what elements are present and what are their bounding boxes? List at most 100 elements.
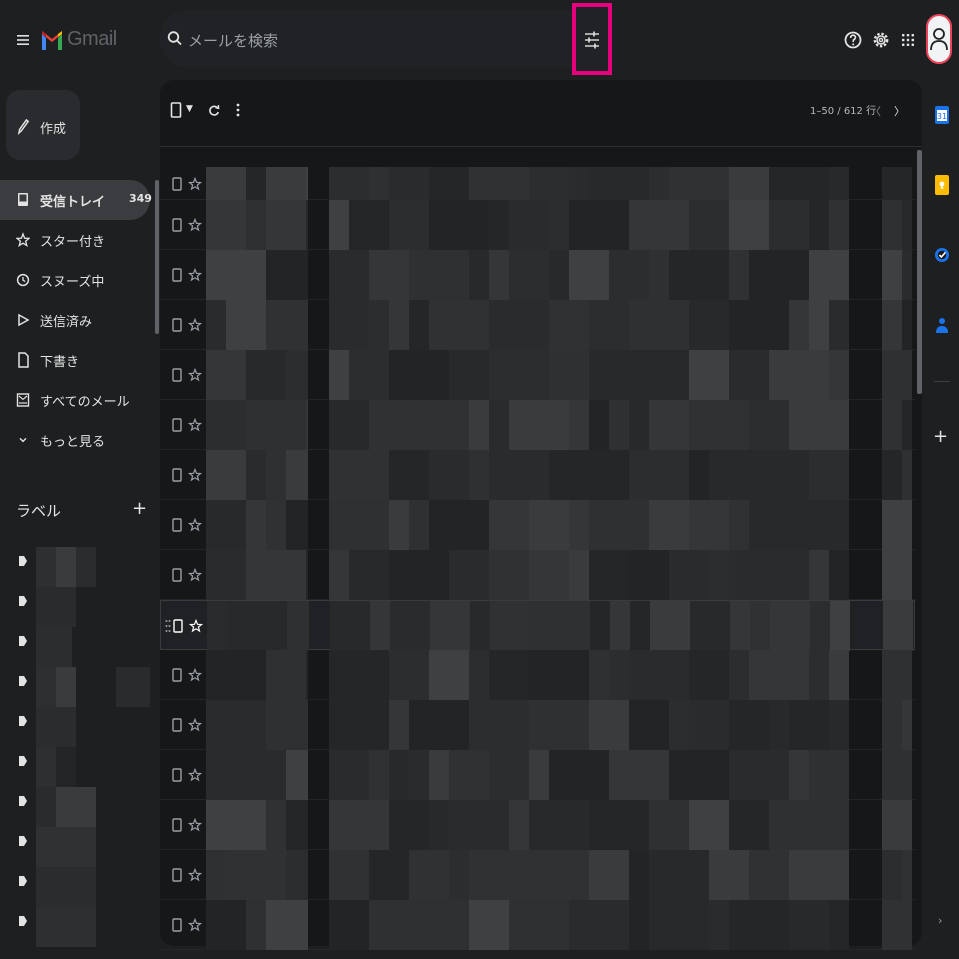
star-toggle-icon[interactable] [188, 568, 202, 582]
mail-row[interactable] [160, 650, 915, 700]
label-name-redacted[interactable] [36, 627, 72, 667]
label-name-redacted[interactable] [36, 547, 58, 587]
keep-icon[interactable] [934, 174, 950, 196]
sidebar-scrollbar[interactable] [155, 180, 159, 334]
label-name-redacted[interactable] [56, 787, 96, 827]
row-checkbox[interactable] [172, 217, 182, 233]
row-checkbox[interactable] [172, 767, 182, 783]
add-label-button[interactable]: + [132, 498, 147, 519]
mail-row[interactable] [160, 200, 915, 250]
account-avatar[interactable] [926, 14, 952, 64]
sidebar-item-sent[interactable]: 送信済み [40, 311, 92, 330]
sidebar-item-drafts[interactable]: 下書き [40, 351, 79, 370]
star-toggle-icon[interactable] [188, 176, 202, 191]
mail-row[interactable] [160, 400, 915, 450]
row-checkbox[interactable] [172, 317, 182, 333]
row-checkbox[interactable] [172, 567, 182, 583]
mail-row[interactable] [160, 600, 915, 651]
star-toggle-icon[interactable] [188, 218, 202, 232]
star-toggle-icon[interactable] [188, 518, 202, 532]
calendar-icon[interactable]: 31 [934, 104, 950, 126]
row-checkbox[interactable] [173, 618, 183, 634]
row-checkbox[interactable] [172, 667, 182, 683]
more-options-icon[interactable] [235, 100, 241, 120]
mail-row[interactable] [160, 750, 915, 800]
mail-row[interactable] [160, 850, 915, 900]
mail-row[interactable] [160, 700, 915, 750]
star-toggle-icon[interactable] [188, 918, 202, 932]
search-options-icon[interactable] [584, 29, 600, 51]
row-checkbox[interactable] [172, 417, 182, 433]
mail-list-scrollbar[interactable] [917, 150, 922, 394]
contacts-icon[interactable] [934, 314, 950, 336]
label-name-redacted[interactable] [36, 707, 76, 747]
mail-row[interactable] [160, 300, 915, 350]
mail-row[interactable] [160, 900, 915, 950]
sidebar-item-starred[interactable]: スター付き [40, 231, 105, 250]
label-name-redacted[interactable] [76, 547, 96, 587]
apps-grid-icon[interactable] [900, 30, 916, 50]
star-toggle-icon[interactable] [188, 418, 202, 432]
label-name-redacted[interactable] [36, 587, 76, 627]
mail-row[interactable] [160, 500, 915, 550]
search-icon[interactable] [166, 29, 184, 49]
mail-row[interactable] [160, 167, 915, 200]
star-toggle-icon[interactable] [188, 718, 202, 732]
select-menu-caret-icon[interactable]: ▼ [186, 104, 193, 114]
label-name-redacted[interactable] [36, 787, 56, 827]
search-input[interactable]: メールを検索 [188, 30, 278, 51]
star-toggle-icon[interactable] [188, 868, 202, 882]
row-checkbox[interactable] [172, 467, 182, 483]
redacted-mail-content [629, 850, 649, 900]
mail-row[interactable] [160, 450, 915, 500]
refresh-icon[interactable] [208, 102, 220, 118]
gmail-logo-icon[interactable] [40, 26, 64, 54]
row-checkbox[interactable] [172, 267, 182, 283]
label-name-redacted[interactable] [36, 867, 96, 907]
label-name-redacted[interactable] [36, 667, 56, 707]
mail-row[interactable] [160, 250, 915, 300]
label-name-redacted[interactable] [56, 747, 76, 787]
gmail-wordmark[interactable]: Gmail [67, 28, 117, 51]
row-checkbox[interactable] [172, 917, 182, 933]
star-toggle-icon[interactable] [188, 768, 202, 782]
drag-handle-icon[interactable] [165, 619, 171, 633]
star-toggle-icon[interactable] [189, 619, 203, 633]
tasks-icon[interactable] [934, 244, 950, 266]
star-toggle-icon[interactable] [188, 368, 202, 382]
star-toggle-icon[interactable] [188, 468, 202, 482]
sidebar-item-all-mail[interactable]: すべてのメール [40, 391, 130, 410]
next-page-button[interactable]: 〉 [894, 103, 905, 119]
help-icon[interactable] [843, 29, 863, 51]
row-checkbox[interactable] [172, 867, 182, 883]
star-toggle-icon[interactable] [188, 318, 202, 332]
label-name-redacted[interactable] [36, 827, 96, 867]
sidebar-item-snoozed[interactable]: スヌーズ中 [40, 271, 104, 290]
expand-chevron-icon[interactable]: › [938, 914, 942, 927]
sidebar-item-more[interactable]: もっと見る [40, 431, 105, 450]
mail-row[interactable] [160, 800, 915, 850]
label-name-redacted[interactable] [56, 547, 76, 587]
add-icon[interactable]: + [933, 426, 948, 447]
sidebar-item-inbox[interactable]: 受信トレイ [40, 191, 105, 210]
row-checkbox[interactable] [172, 717, 182, 733]
label-name-redacted[interactable] [36, 907, 96, 947]
row-checkbox[interactable] [172, 817, 182, 833]
mail-row[interactable] [160, 550, 915, 600]
label-name-redacted[interactable] [36, 747, 56, 787]
row-checkbox[interactable] [172, 367, 182, 383]
star-toggle-icon[interactable] [188, 268, 202, 282]
label-name-redacted[interactable] [116, 667, 150, 707]
select-all-checkbox[interactable] [170, 100, 182, 120]
row-checkbox[interactable] [172, 517, 182, 533]
label-name-redacted[interactable] [56, 667, 76, 707]
previous-page-button[interactable]: 〈 [870, 103, 881, 119]
row-checkbox[interactable] [172, 176, 182, 192]
redacted-mail-content [389, 200, 429, 250]
draft-icon [18, 352, 29, 368]
star-toggle-icon[interactable] [188, 668, 202, 682]
hamburger-menu-icon[interactable] [12, 28, 34, 52]
gear-icon[interactable] [871, 28, 891, 52]
mail-row[interactable] [160, 350, 915, 400]
star-toggle-icon[interactable] [188, 818, 202, 832]
